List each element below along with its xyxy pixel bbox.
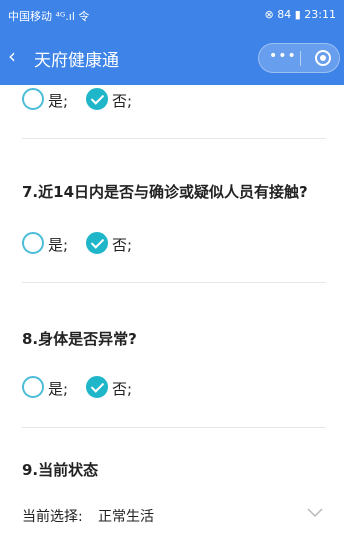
- question-title: 8.身体是否异常?: [22, 330, 137, 348]
- capsule-divider: [300, 51, 301, 66]
- chevron-down-icon[interactable]: [306, 503, 324, 521]
- close-circle-icon[interactable]: [315, 50, 331, 66]
- more-dots-icon[interactable]: •••: [269, 48, 297, 64]
- option-label: 否;: [112, 380, 133, 398]
- option-label: 是;: [48, 380, 69, 398]
- option-label: 否;: [112, 236, 133, 254]
- radio-checked-icon[interactable]: [86, 88, 108, 110]
- chevron-left-icon[interactable]: ‹: [8, 44, 16, 68]
- divider: [22, 138, 326, 139]
- radio-unchecked-icon[interactable]: [22, 376, 44, 398]
- radio-checked-icon[interactable]: [86, 232, 108, 254]
- radio-checked-icon[interactable]: [86, 376, 108, 398]
- select-label: 当前选择:: [22, 509, 83, 525]
- radio-unchecked-icon[interactable]: [22, 88, 44, 110]
- radio-unchecked-icon[interactable]: [22, 232, 44, 254]
- question-title: 9.当前状态: [22, 461, 99, 479]
- battery-time: ⊗ 84 ▮ 23:11: [264, 8, 336, 21]
- status-bar: 中国移动 ⁴ᴳ.ıl 令 ⊗ 84 ▮ 23:11: [0, 0, 344, 30]
- mini-program-capsule: •••: [258, 43, 340, 73]
- page-title: 天府健康通: [34, 51, 119, 71]
- select-value: 正常生活: [98, 509, 154, 525]
- option-label: 是;: [48, 92, 69, 110]
- divider: [22, 282, 326, 283]
- divider: [22, 427, 326, 428]
- question-title: 7.近14日内是否与确诊或疑似人员有接触?: [22, 183, 308, 201]
- option-label: 否;: [112, 92, 133, 110]
- option-label: 是;: [48, 236, 69, 254]
- nav-bar: ‹ 天府健康通 •••: [0, 30, 344, 85]
- status-select[interactable]: 当前选择: 正常生活: [22, 503, 326, 529]
- carrier-signal: 中国移动 ⁴ᴳ.ıl 令: [8, 10, 90, 23]
